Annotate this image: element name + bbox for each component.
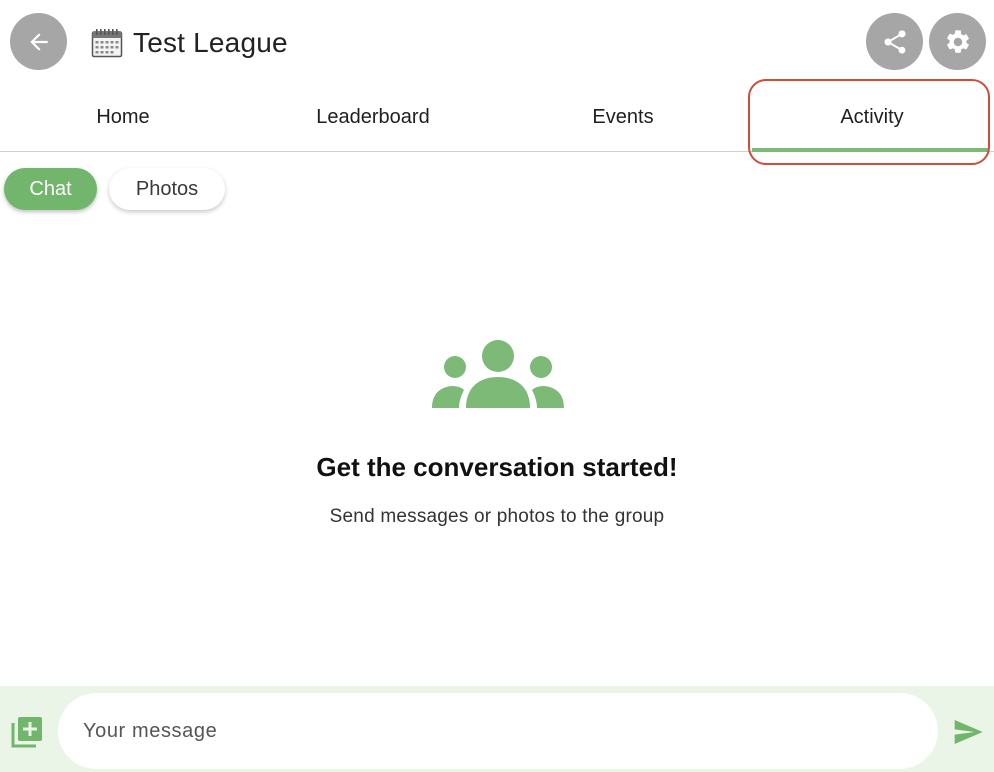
photos-chip[interactable]: Photos (109, 168, 225, 210)
page-title: Test League (133, 27, 288, 58)
share-icon (884, 29, 905, 54)
calendar-icon (91, 29, 123, 58)
share-button[interactable] (866, 13, 923, 70)
add-photo-icon[interactable] (10, 715, 44, 749)
chat-chip[interactable]: Chat (4, 168, 97, 210)
tab-events[interactable]: Events (498, 84, 748, 151)
tab-leaderboard[interactable]: Leaderboard (248, 84, 498, 151)
league-header: Test League (91, 26, 288, 60)
message-input[interactable] (58, 693, 938, 769)
settings-button[interactable] (929, 13, 986, 70)
tab-home[interactable]: Home (0, 84, 246, 151)
back-button[interactable] (10, 13, 67, 70)
header: Test League (0, 0, 994, 84)
tab-activity[interactable]: Activity (750, 84, 994, 151)
app: Test League Home Leaderboard Events Acti… (0, 0, 994, 772)
arrow-left-icon (29, 32, 48, 51)
tab-bar: Home Leaderboard Events Activity (0, 84, 994, 152)
gear-icon (946, 29, 969, 53)
group-icon (432, 340, 564, 408)
message-composer (0, 686, 994, 772)
empty-state-title: Get the conversation started! (316, 452, 678, 482)
empty-state-subtitle: Send messages or photos to the group (329, 506, 665, 527)
send-icon[interactable] (950, 716, 986, 748)
tab-active-indicator (752, 148, 988, 152)
